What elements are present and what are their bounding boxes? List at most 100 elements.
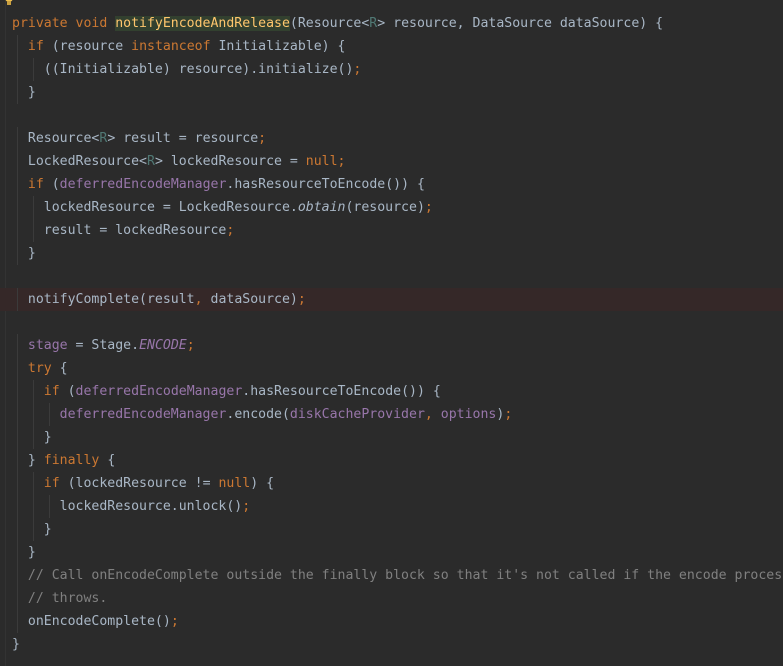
code-token: result = lockedResource bbox=[43, 223, 227, 238]
code-editor[interactable]: private void notifyEncodeAndRelease(Reso… bbox=[0, 12, 783, 656]
indent-guide bbox=[32, 426, 34, 449]
code-token: (Resource< bbox=[289, 16, 370, 31]
code-token: } bbox=[27, 453, 44, 468]
code-token: ; bbox=[242, 499, 251, 514]
code-token: .encode( bbox=[226, 407, 290, 422]
indent-guide bbox=[32, 518, 34, 541]
code-token: deferredEncodeManager bbox=[59, 407, 227, 422]
code-line[interactable]: private void notifyEncodeAndRelease(Reso… bbox=[0, 12, 783, 35]
code-token: instanceof bbox=[131, 39, 219, 54]
code-token: , bbox=[194, 292, 211, 307]
indent-guide bbox=[32, 495, 34, 518]
code-token: } bbox=[43, 522, 52, 537]
indent-guide bbox=[16, 173, 18, 196]
code-line[interactable]: } finally { bbox=[0, 449, 783, 472]
code-line[interactable]: if (resource instanceof Initializable) { bbox=[0, 35, 783, 58]
code-line[interactable]: notifyComplete(result, dataSource); bbox=[0, 288, 783, 311]
code-token: .hasResourceToEncode()) { bbox=[226, 177, 425, 192]
code-line[interactable]: // throws. bbox=[0, 587, 783, 610]
code-line[interactable]: onEncodeComplete(); bbox=[0, 610, 783, 633]
code-token: ; bbox=[424, 200, 433, 215]
code-line[interactable]: } bbox=[0, 426, 783, 449]
code-line[interactable]: } bbox=[0, 518, 783, 541]
indent-guide bbox=[48, 495, 50, 518]
code-line[interactable]: deferredEncodeManager.encode(diskCachePr… bbox=[0, 403, 783, 426]
code-token: ((Initializable) resource).initialize() bbox=[43, 62, 354, 77]
indent-guide bbox=[16, 495, 18, 518]
code-line[interactable]: lockedResource = LockedResource.obtain(r… bbox=[0, 196, 783, 219]
indent-guide bbox=[16, 58, 18, 81]
code-line[interactable]: } bbox=[0, 541, 783, 564]
code-line[interactable]: if (deferredEncodeManager.hasResourceToE… bbox=[0, 380, 783, 403]
code-line[interactable] bbox=[0, 104, 783, 127]
code-token: null bbox=[218, 476, 251, 491]
code-token: if bbox=[43, 384, 68, 399]
indent-guide bbox=[16, 357, 18, 380]
code-token: ( bbox=[67, 384, 76, 399]
indent-guide bbox=[32, 219, 34, 242]
indent-guide bbox=[16, 196, 18, 219]
code-line[interactable]: stage = Stage.ENCODE; bbox=[0, 334, 783, 357]
code-line[interactable] bbox=[0, 265, 783, 288]
code-line[interactable]: } bbox=[0, 81, 783, 104]
indent-guide bbox=[32, 196, 34, 219]
code-line[interactable]: result = lockedResource; bbox=[0, 219, 783, 242]
code-token: finally bbox=[43, 453, 108, 468]
code-token: if bbox=[43, 476, 68, 491]
code-token: dataSource) bbox=[210, 292, 298, 307]
code-token: notifyEncodeAndRelease bbox=[115, 16, 290, 31]
code-line[interactable] bbox=[0, 311, 783, 334]
indent-guide bbox=[16, 150, 18, 173]
code-token: ENCODE bbox=[139, 338, 187, 353]
code-token: obtain bbox=[297, 200, 346, 215]
code-token: // throws. bbox=[27, 591, 108, 606]
code-token: lockedResource = LockedResource. bbox=[43, 200, 298, 215]
indent-guide bbox=[16, 334, 18, 357]
code-token: lockedResource.unlock() bbox=[59, 499, 243, 514]
code-line[interactable]: if (deferredEncodeManager.hasResourceToE… bbox=[0, 173, 783, 196]
code-token: deferredEncodeManager bbox=[75, 384, 243, 399]
code-token: notifyComplete(result bbox=[27, 292, 195, 307]
code-token: { bbox=[107, 453, 116, 468]
indent-guide bbox=[16, 403, 18, 426]
code-line[interactable]: // Call onEncodeComplete outside the fin… bbox=[0, 564, 783, 587]
code-line[interactable]: } bbox=[0, 242, 783, 265]
code-line[interactable]: if (lockedResource != null) { bbox=[0, 472, 783, 495]
indent-guide bbox=[16, 219, 18, 242]
indent-guide bbox=[16, 449, 18, 472]
lightbulb-icon[interactable] bbox=[4, 0, 14, 6]
indent-guide bbox=[32, 380, 34, 403]
indent-guide bbox=[32, 403, 34, 426]
code-token: ; bbox=[504, 407, 513, 422]
code-token: deferredEncodeManager bbox=[59, 177, 227, 192]
code-token: { bbox=[59, 361, 68, 376]
indent-guide bbox=[16, 35, 18, 58]
indent-guide bbox=[48, 403, 50, 426]
code-line[interactable]: ((Initializable) resource).initialize(); bbox=[0, 58, 783, 81]
indent-guide bbox=[16, 81, 18, 104]
indent-guide bbox=[16, 610, 18, 633]
code-token: if bbox=[27, 177, 52, 192]
code-line[interactable]: lockedResource.unlock(); bbox=[0, 495, 783, 518]
code-token: ; bbox=[353, 62, 362, 77]
indent-guide bbox=[16, 426, 18, 449]
code-token: } bbox=[12, 637, 20, 652]
indent-guide bbox=[16, 472, 18, 495]
code-line[interactable]: } bbox=[0, 633, 783, 656]
code-line[interactable]: try { bbox=[0, 357, 783, 380]
indent-guide bbox=[16, 242, 18, 265]
code-line[interactable]: Resource<R> result = resource; bbox=[0, 127, 783, 150]
code-token: stage bbox=[27, 338, 76, 353]
code-line[interactable]: LockedResource<R> lockedResource = null; bbox=[0, 150, 783, 173]
